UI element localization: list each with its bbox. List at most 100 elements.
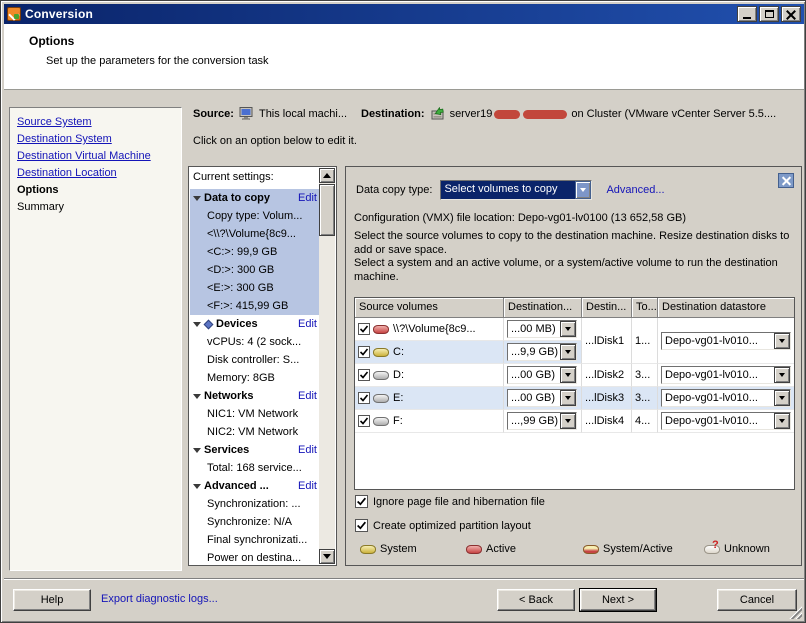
server-icon <box>430 107 445 121</box>
volume-checkbox[interactable] <box>358 392 370 404</box>
collapse-triangle-icon[interactable] <box>193 322 201 327</box>
destination-size-select[interactable]: ...9,9 GB) <box>507 343 577 361</box>
dropdown-button[interactable] <box>774 413 790 429</box>
edit-advanced-link[interactable]: Edit <box>295 480 317 492</box>
table-row-volume[interactable]: D: <box>355 364 504 387</box>
table-row-volume[interactable]: C: <box>355 341 504 364</box>
datastore-select[interactable]: Depo-vg01-lv010... <box>661 332 791 350</box>
col-destination-size[interactable]: Destination... <box>504 298 582 318</box>
page-subtitle: Set up the parameters for the conversion… <box>46 55 269 67</box>
maximize-button[interactable] <box>759 6 779 22</box>
disk-icon <box>373 371 389 380</box>
edit-data-to-copy-link[interactable]: Edit <box>295 192 317 204</box>
resize-grip[interactable] <box>789 606 802 619</box>
datastore-cell: Depo-vg01-lv010... <box>658 410 794 433</box>
minimize-button[interactable] <box>737 6 757 22</box>
back-button[interactable]: < Back <box>497 589 575 611</box>
edit-devices-link[interactable]: Edit <box>295 318 317 330</box>
dropdown-button[interactable] <box>774 333 790 349</box>
dropdown-button[interactable] <box>774 367 790 383</box>
scrollbar-thumb[interactable] <box>319 184 335 236</box>
ignore-pagefile-checkbox[interactable] <box>355 495 368 508</box>
tree-scrollbar[interactable] <box>319 168 335 564</box>
tree-item: Power on destina... <box>190 549 319 567</box>
collapse-triangle-icon[interactable] <box>193 484 201 489</box>
destination-disk-cell: ...lDisk4 <box>582 410 632 433</box>
col-destination-disk[interactable]: Destin... <box>582 298 632 318</box>
col-total[interactable]: To... <box>632 298 658 318</box>
export-diagnostic-logs-link[interactable]: Export diagnostic logs... <box>101 593 218 605</box>
tree-item: <E:>: 300 GB <box>190 279 319 297</box>
edit-networks-link[interactable]: Edit <box>295 390 317 402</box>
sidebar-item-destination-system[interactable]: Destination System <box>14 131 177 148</box>
destination-size-select[interactable]: ...00 GB) <box>507 366 577 384</box>
volume-checkbox[interactable] <box>358 369 370 381</box>
col-source-volumes[interactable]: Source volumes <box>355 298 504 318</box>
destination-size-cell: ...00 GB) <box>504 364 582 387</box>
cancel-button[interactable]: Cancel <box>717 589 797 611</box>
dropdown-button[interactable] <box>560 390 576 406</box>
destination-disk-cell-merged: ...lDisk1 <box>582 318 632 364</box>
collapse-triangle-icon[interactable] <box>193 196 201 201</box>
active-disk-icon <box>466 545 482 554</box>
total-cell: 3... <box>632 364 658 387</box>
next-button[interactable]: Next > <box>580 589 656 611</box>
destination-disk-cell: ...lDisk2 <box>582 364 632 387</box>
optimized-partition-checkbox[interactable] <box>355 519 368 532</box>
conversion-window: Conversion Options Set up the parameters… <box>0 0 806 623</box>
panel-close-button[interactable] <box>778 173 794 188</box>
advanced-link[interactable]: Advanced... <box>606 184 664 196</box>
tree-section-data-to-copy[interactable]: Data to copy Edit <box>190 189 319 207</box>
volume-checkbox[interactable] <box>358 323 370 335</box>
table-body: \\?\Volume{8c9... ...00 MB) ...lDisk1 1.… <box>355 318 794 433</box>
tree-item: Memory: 8GB <box>190 369 319 387</box>
table-row-volume[interactable]: \\?\Volume{8c9... <box>355 318 504 341</box>
dropdown-button[interactable] <box>560 321 576 337</box>
total-cell: 3... <box>632 387 658 410</box>
help-button[interactable]: Help <box>13 589 91 611</box>
destination-size-select[interactable]: ...00 GB) <box>507 389 577 407</box>
scroll-down-button[interactable] <box>319 549 335 564</box>
optimized-partition-option[interactable]: Create optimized partition layout <box>355 519 531 532</box>
collapse-triangle-icon[interactable] <box>193 448 201 453</box>
datastore-select[interactable]: Depo-vg01-lv010... <box>661 389 791 407</box>
destination-size-select[interactable]: ...,99 GB) <box>507 412 577 430</box>
col-destination-datastore[interactable]: Destination datastore <box>658 298 794 318</box>
datastore-cell: Depo-vg01-lv010... <box>658 387 794 410</box>
legend-system-active: System/Active <box>583 543 673 555</box>
data-copy-type-label: Data copy type: <box>356 184 432 196</box>
close-button[interactable] <box>781 6 801 22</box>
ignore-pagefile-option[interactable]: Ignore page file and hibernation file <box>355 495 545 508</box>
tree-section-devices[interactable]: Devices Edit <box>190 315 319 333</box>
total-cell: 4... <box>632 410 658 433</box>
sidebar-item-source-system[interactable]: Source System <box>14 114 177 131</box>
scroll-up-button[interactable] <box>319 168 335 183</box>
destination-size-select[interactable]: ...00 MB) <box>507 320 577 338</box>
table-row-volume[interactable]: F: <box>355 410 504 433</box>
sidebar-item-options: Options <box>14 182 177 199</box>
table-row-volume[interactable]: E: <box>355 387 504 410</box>
data-copy-type-select[interactable]: Select volumes to copy <box>440 180 592 200</box>
sidebar-item-destination-location[interactable]: Destination Location <box>14 165 177 182</box>
footer-separator <box>4 578 804 580</box>
volume-name: E: <box>393 392 403 404</box>
datastore-select[interactable]: Depo-vg01-lv010... <box>661 366 791 384</box>
tree-section-services[interactable]: Services Edit <box>190 441 319 459</box>
tree-section-networks[interactable]: Networks Edit <box>190 387 319 405</box>
edit-services-link[interactable]: Edit <box>295 444 317 456</box>
dropdown-button[interactable] <box>560 413 576 429</box>
dropdown-button[interactable] <box>560 367 576 383</box>
datastore-select[interactable]: Depo-vg01-lv010... <box>661 412 791 430</box>
dropdown-button[interactable] <box>560 344 576 360</box>
collapse-triangle-icon[interactable] <box>193 394 201 399</box>
sidebar-item-destination-virtual-machine[interactable]: Destination Virtual Machine <box>14 148 177 165</box>
dropdown-button[interactable] <box>774 390 790 406</box>
volume-checkbox[interactable] <box>358 415 370 427</box>
volume-checkbox[interactable] <box>358 346 370 358</box>
destination-value-prefix: server19 <box>450 108 493 120</box>
tree-item: Total: 168 service... <box>190 459 319 477</box>
tree-section-advanced[interactable]: Advanced ... Edit <box>190 477 319 495</box>
dropdown-button[interactable] <box>575 181 591 199</box>
volume-name: C: <box>393 346 404 358</box>
vmx-location-text: Configuration (VMX) file location: Depo-… <box>354 212 686 224</box>
